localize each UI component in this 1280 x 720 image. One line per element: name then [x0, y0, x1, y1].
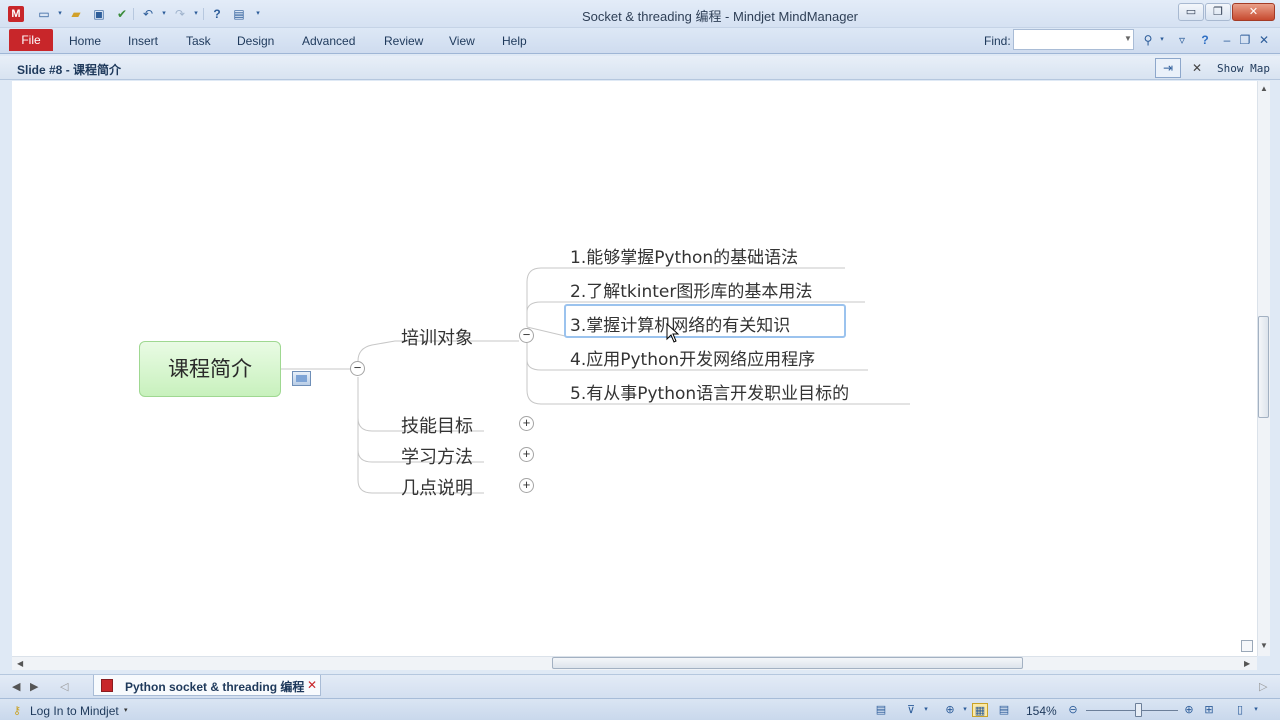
focus-topic-icon[interactable]: ⊕	[942, 703, 958, 717]
expand-toggle-notes[interactable]: +	[519, 478, 534, 493]
zoom-slider-thumb[interactable]	[1135, 703, 1142, 717]
subtopic-item-selected[interactable]: 3.掌握计算机网络的有关知识	[570, 311, 790, 336]
horizontal-scroll-thumb[interactable]	[552, 657, 1023, 669]
main-topic-training-target[interactable]: 培训对象	[401, 324, 473, 350]
expand-toggle-learning-methods[interactable]: +	[519, 447, 534, 462]
expand-toggle-skill-goals[interactable]: +	[519, 416, 534, 431]
scroll-up-icon[interactable]: ▲	[1260, 84, 1268, 93]
subtopic-item[interactable]: 1.能够掌握Python的基础语法	[570, 243, 798, 268]
tab-scroll-left-icon[interactable]: ◁	[60, 680, 68, 693]
main-topic-learning-methods[interactable]: 学习方法	[401, 443, 473, 469]
layout-dropdown-icon[interactable]: ▾	[1248, 703, 1264, 717]
mouse-cursor-icon	[666, 323, 680, 343]
filter-dropdown-icon[interactable]: ▾	[918, 703, 934, 717]
notes-icon[interactable]	[292, 371, 311, 386]
central-collapse-toggle[interactable]: −	[350, 361, 365, 376]
outline-view-icon[interactable]: ▤	[873, 703, 889, 717]
vertical-scroll-thumb[interactable]	[1258, 316, 1269, 418]
tab-scroll-right-icon[interactable]: ▷	[1259, 680, 1267, 693]
zoom-slider-track[interactable]	[1086, 710, 1178, 711]
split-view-icon[interactable]	[1241, 640, 1253, 652]
subtopic-item[interactable]: 2.了解tkinter图形库的基本用法	[570, 277, 812, 302]
fit-map-icon[interactable]: ⊞	[1201, 703, 1217, 717]
layout-icon[interactable]: ▯	[1232, 703, 1248, 717]
nav-forward-icon[interactable]: ▶	[30, 680, 38, 693]
main-topic-skill-goals[interactable]: 技能目标	[401, 412, 473, 438]
text-view-icon[interactable]: ▤	[996, 703, 1012, 717]
status-bar	[0, 698, 1280, 720]
scroll-right-icon[interactable]: ▶	[1244, 659, 1250, 668]
zoom-level: 154%	[1026, 704, 1057, 718]
filter-icon[interactable]: ⊽	[903, 703, 919, 717]
document-tab-label[interactable]: Python socket & threading 编程	[125, 678, 304, 695]
zoom-in-icon[interactable]: ⊕	[1181, 703, 1197, 717]
central-topic[interactable]: 课程简介	[139, 341, 281, 397]
nav-back-icon[interactable]: ◀	[12, 680, 20, 693]
scroll-left-icon[interactable]: ◀	[17, 659, 23, 668]
scroll-down-icon[interactable]: ▼	[1260, 641, 1268, 650]
focus-dropdown-icon[interactable]: ▾	[957, 703, 973, 717]
login-button[interactable]: Log In to Mindjet	[30, 704, 119, 718]
subtopic-item[interactable]: 4.应用Python开发网络应用程序	[570, 345, 815, 370]
login-dropdown-icon[interactable]: ▾	[124, 706, 128, 714]
zoom-out-icon[interactable]: ⊖	[1065, 703, 1081, 717]
mindmap-file-icon	[101, 679, 113, 692]
close-tab-icon[interactable]: ✕	[307, 678, 317, 692]
main-topic-notes[interactable]: 几点说明	[401, 474, 473, 500]
collapse-toggle-training-target[interactable]: −	[519, 328, 534, 343]
map-view-icon[interactable]: ▦	[972, 703, 988, 717]
key-icon: ⚷	[13, 705, 22, 717]
subtopic-item[interactable]: 5.有从事Python语言开发职业目标的	[570, 379, 849, 404]
